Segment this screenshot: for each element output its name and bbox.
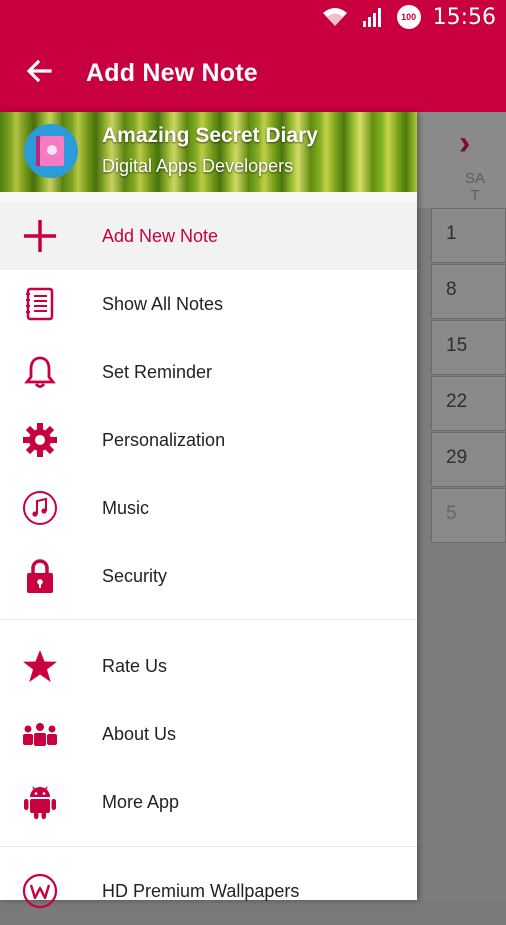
menu-item-label: About Us: [102, 723, 177, 744]
calendar-background: › SA T 1 8 15 22 29 5: [417, 112, 506, 900]
menu-item-more-app[interactable]: More App: [0, 768, 417, 836]
wifi-icon: [321, 6, 349, 28]
menu-item-label: Set Reminder: [102, 361, 213, 382]
lock-icon: [0, 542, 80, 610]
menu-item-label: Rate Us: [102, 655, 168, 676]
drawer-spacer: [0, 192, 417, 202]
star-icon: [0, 632, 80, 700]
menu-item-label: Add New Note: [102, 225, 219, 246]
back-button[interactable]: [0, 34, 78, 112]
calendar-date[interactable]: 8: [431, 264, 506, 319]
menu-divider: [0, 846, 417, 847]
gear-icon: [0, 406, 80, 474]
calendar-day-header: SA T: [464, 170, 485, 204]
menu-item-label: More App: [102, 791, 180, 812]
calendar-date[interactable]: 15: [431, 320, 506, 375]
music-note-icon: [0, 474, 80, 542]
menu-item-security[interactable]: Security: [0, 542, 417, 610]
menu-item-set-reminder[interactable]: Set Reminder: [0, 338, 417, 406]
menu-item-hd-premium-wallpapers[interactable]: HD Premium Wallpapers: [0, 857, 417, 925]
app-bar: Add New Note: [0, 34, 506, 112]
developer-name: Digital Apps Developers: [102, 156, 294, 176]
android-icon: [0, 768, 80, 836]
menu-divider: [0, 619, 417, 620]
wallpaper-w-icon: [0, 857, 80, 925]
signal-icon: [361, 6, 385, 28]
status-bar: 100 15:56: [0, 0, 506, 34]
drawer-header: Amazing Secret Diary Digital Apps Develo…: [0, 112, 417, 192]
chevron-right-icon[interactable]: ›: [459, 124, 470, 163]
app-logo: [24, 124, 78, 178]
menu-item-personalization[interactable]: Personalization: [0, 406, 417, 474]
bell-icon: [0, 338, 80, 406]
menu-item-label: HD Premium Wallpapers: [102, 880, 300, 901]
page-title: Add New Note: [86, 58, 258, 87]
arrow-left-icon: [25, 57, 53, 90]
calendar-date[interactable]: 5: [431, 488, 506, 543]
menu-item-about-us[interactable]: About Us: [0, 700, 417, 768]
plus-icon: [0, 202, 80, 270]
calendar-date[interactable]: 22: [431, 376, 506, 431]
menu-item-label: Security: [102, 565, 168, 586]
navigation-drawer: Amazing Secret Diary Digital Apps Develo…: [0, 112, 417, 909]
menu-item-add-new-note[interactable]: Add New Note: [0, 202, 417, 270]
app-name: Amazing Secret Diary: [102, 124, 318, 147]
calendar-header: › SA T: [417, 112, 506, 208]
clock: 15:56: [432, 4, 496, 30]
people-icon: [0, 700, 80, 768]
menu-item-music[interactable]: Music: [0, 474, 417, 542]
calendar-date[interactable]: 1: [431, 208, 506, 263]
menu-item-show-all-notes[interactable]: Show All Notes: [0, 270, 417, 338]
calendar-date[interactable]: 29: [431, 432, 506, 487]
menu-item-label: Show All Notes: [102, 293, 224, 314]
notebook-icon: [0, 270, 80, 338]
menu-item-label: Music: [102, 497, 150, 518]
menu-item-rate-us[interactable]: Rate Us: [0, 632, 417, 700]
battery-icon: 100: [396, 5, 421, 29]
menu-item-label: Personalization: [102, 429, 226, 450]
